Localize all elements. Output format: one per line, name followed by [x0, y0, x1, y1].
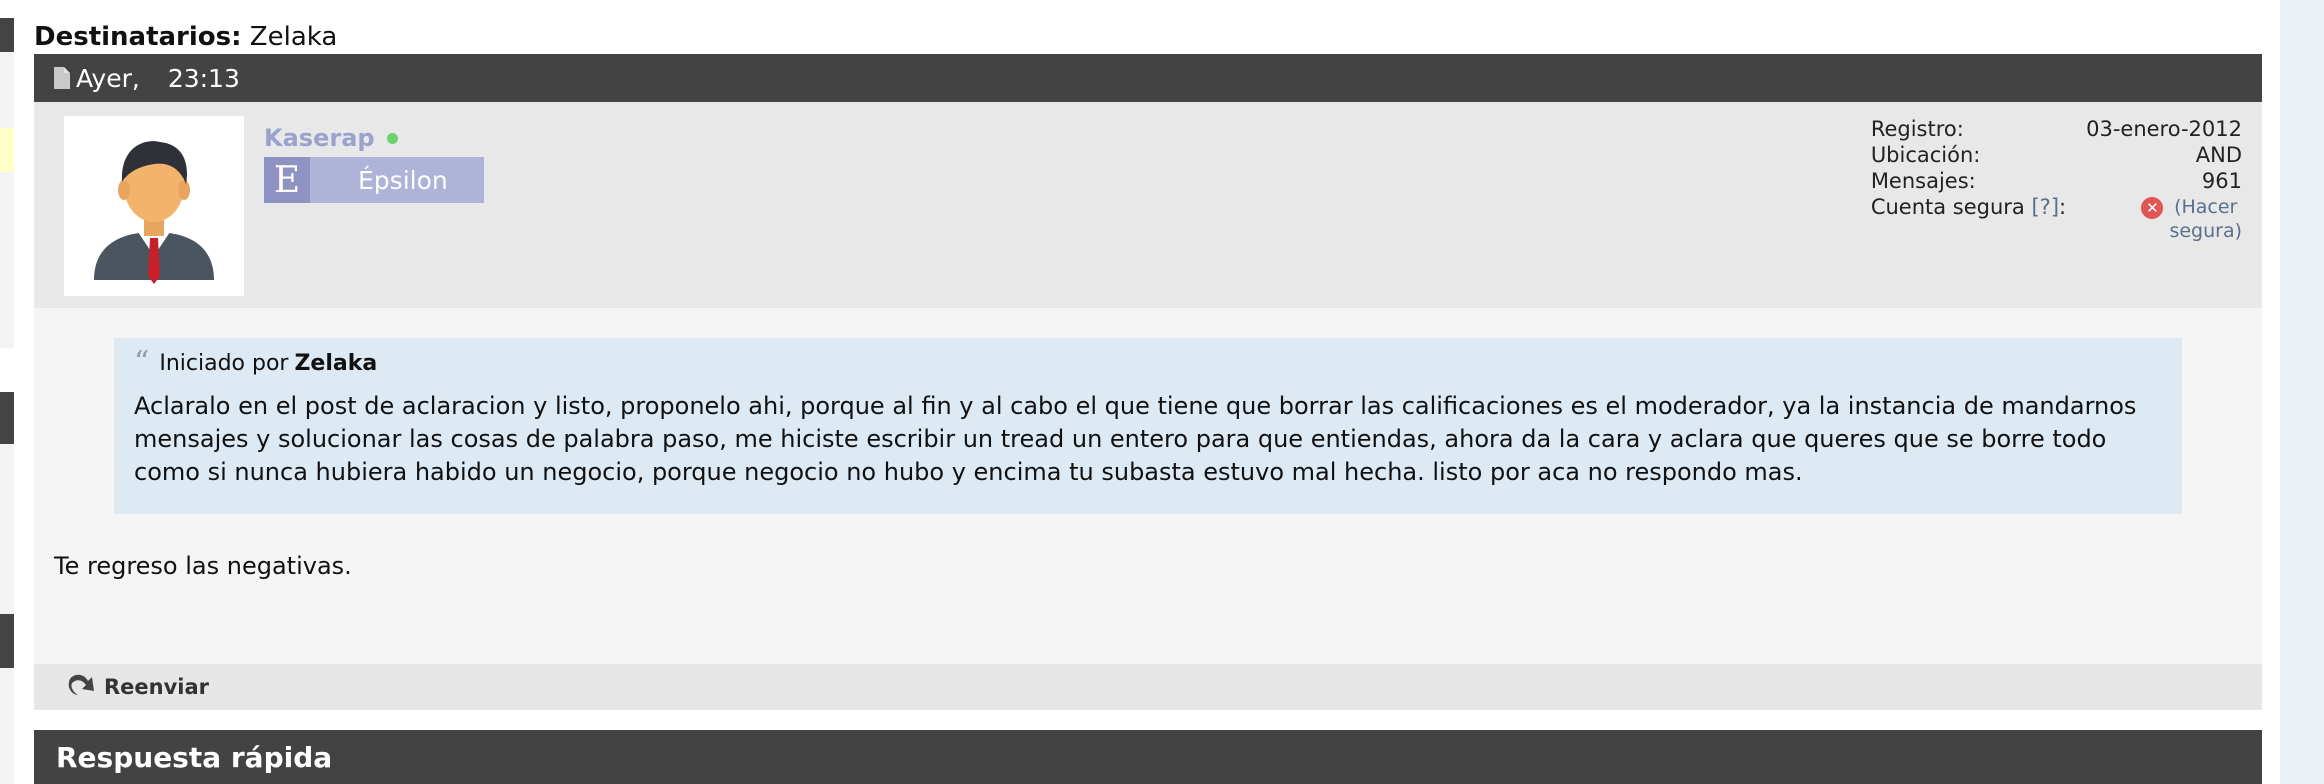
registro-value: 03-enero-2012 [2086, 117, 2242, 141]
message-text: Te regreso las negativas. [54, 552, 352, 580]
recipients-label: Destinatarios: [34, 22, 242, 52]
stat-row: Cuenta segura [?]: ✕ (Hacer segura) [1871, 194, 2242, 244]
quick-reply-title: Respuesta rápida [56, 740, 333, 774]
make-secure-line-2[interactable]: segura) [2169, 220, 2242, 242]
stat-row: Registro: 03-enero-2012 [1871, 116, 2242, 142]
quote-text: Aclaralo en el post de aclaracion y list… [134, 392, 2137, 486]
edge-fragment [0, 392, 14, 444]
edge-fragment [0, 614, 14, 668]
forward-arrow-icon[interactable] [64, 669, 100, 705]
edge-fragment [0, 668, 14, 784]
cuenta-segura-value: ✕ (Hacer segura) [2086, 194, 2242, 244]
post-time: 23:13 [167, 63, 240, 93]
secure-status: ✕ (Hacer segura) [2086, 195, 2242, 243]
edge-fragment [0, 52, 14, 128]
user-info-band: Kaserap E Épsilon Registro: 03-enero-201… [34, 102, 2262, 308]
mensajes-label: Mensajes: [1870, 169, 1976, 193]
make-secure-line-1[interactable]: (Hacer [2174, 196, 2237, 218]
ubicacion-value: AND [2195, 143, 2242, 167]
message-body: “ Iniciado por Zelaka Aclaralo en el pos… [34, 308, 2262, 664]
cuenta-segura-label: Cuenta segura [1870, 195, 2025, 219]
edge-fragment [0, 444, 14, 614]
post-header: Ayer, 23:13 [34, 54, 2262, 102]
cuenta-segura-label-cell: Cuenta segura [?]: [1871, 194, 2086, 244]
avatar-person-icon [94, 141, 214, 284]
recipients-value: Zelaka [249, 22, 338, 52]
registro-label: Registro: [1870, 117, 1964, 141]
user-stats-table: Registro: 03-enero-2012 Ubicación: AND M… [1871, 116, 2242, 244]
rank-name: Épsilon [358, 165, 448, 195]
username-link[interactable]: Kaserap [264, 124, 375, 152]
private-message: Destinatarios: Zelaka Ayer, 23:13 Kasera… [34, 0, 2262, 784]
rank-badge: E Épsilon [264, 157, 484, 203]
stat-row: Mensajes: 961 [1871, 168, 2242, 194]
message-actions: Reenviar [34, 664, 2262, 710]
document-icon [54, 67, 70, 89]
cuenta-colon: : [2059, 195, 2067, 219]
user-stats: Registro: 03-enero-2012 Ubicación: AND M… [1871, 116, 2242, 244]
avatar[interactable] [64, 116, 244, 296]
online-dot-icon [386, 132, 398, 144]
quote-icon: “ [134, 345, 150, 380]
help-link[interactable]: [?] [2031, 195, 2059, 219]
quick-reply-header: Respuesta rápida [34, 730, 2262, 784]
stat-row: Ubicación: AND [1871, 142, 2242, 168]
post-day: Ayer, [76, 63, 140, 93]
x-circle-icon: ✕ [2141, 197, 2164, 219]
edge-fragment [0, 128, 14, 172]
username[interactable]: Kaserap [264, 124, 398, 152]
make-secure-link[interactable]: (Hacer segura) [2169, 195, 2242, 243]
mensajes-value: 961 [2201, 169, 2242, 193]
rank-letter: E [264, 157, 310, 203]
edge-fragment [0, 18, 14, 52]
forward-button[interactable]: Reenviar [104, 675, 209, 699]
quote-author: Zelaka [294, 350, 378, 376]
scrollbar-track[interactable] [2280, 0, 2324, 784]
quote-block: “ Iniciado por Zelaka Aclaralo en el pos… [114, 338, 2182, 514]
ubicacion-label: Ubicación: [1870, 143, 1981, 167]
quote-prefix: Iniciado por [159, 350, 289, 376]
edge-fragment [0, 172, 14, 348]
quote-header: “ Iniciado por Zelaka [134, 348, 2162, 378]
recipients-line: Destinatarios: Zelaka [34, 22, 337, 52]
page-gutter [2265, 0, 2280, 784]
